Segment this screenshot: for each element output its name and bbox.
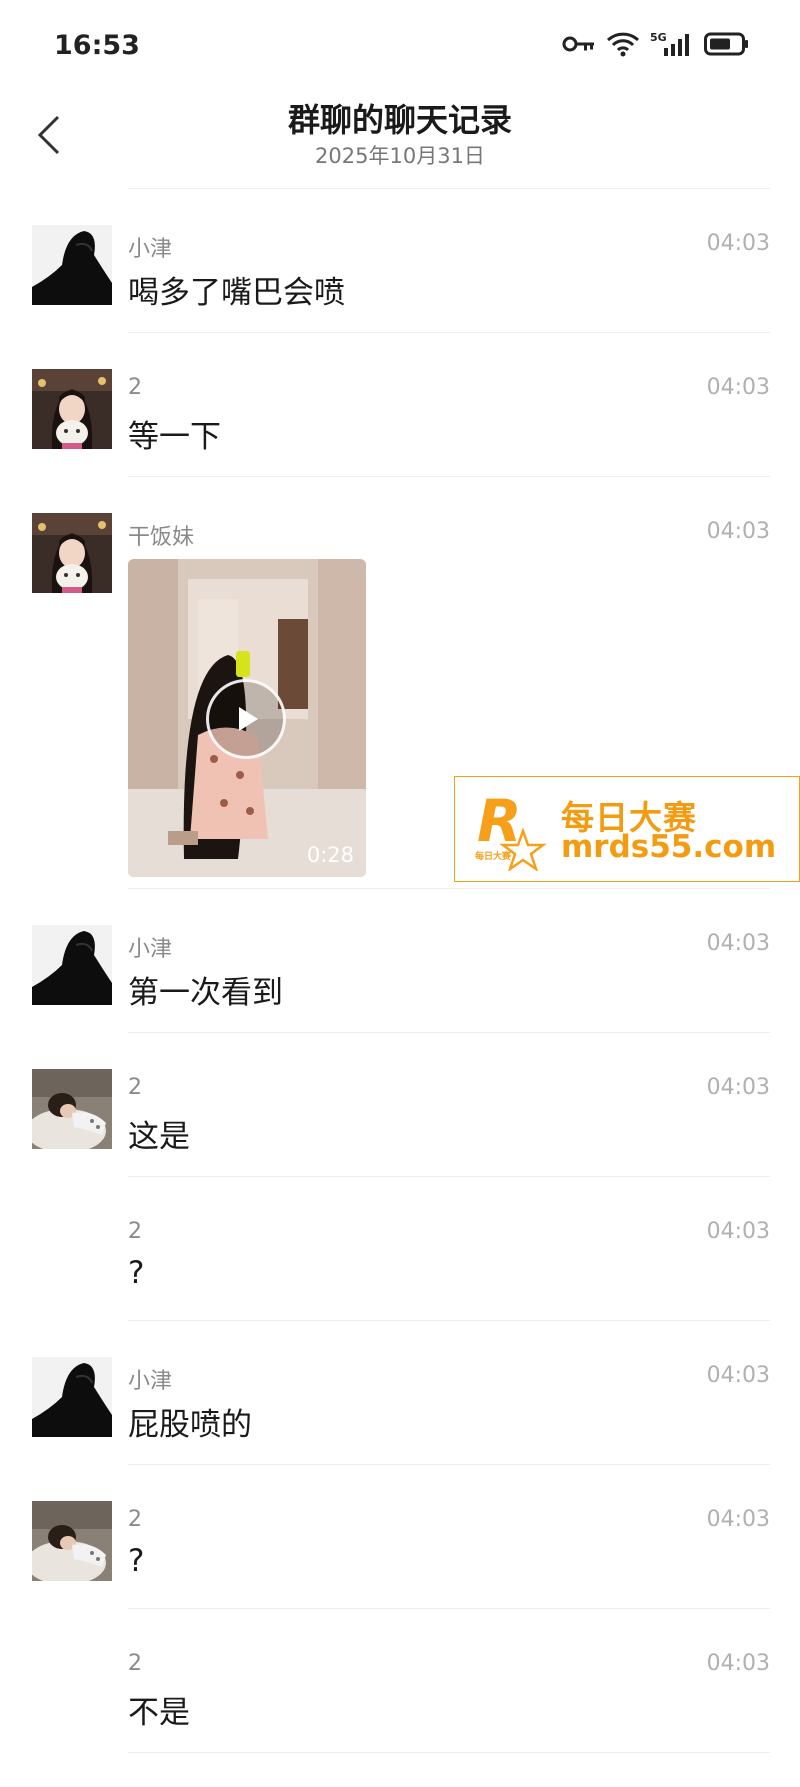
status-bar: 16:53 5G: [0, 0, 800, 95]
sender-name: 2: [128, 1651, 142, 1676]
page-date: 2025年10月31日: [315, 144, 485, 168]
message-text: 第一次看到: [128, 975, 283, 1011]
sender-name: 干饭妹: [128, 525, 195, 550]
list-item[interactable]: 小津 04:03 屁股喷的: [0, 1321, 800, 1465]
avatar[interactable]: [32, 513, 112, 593]
avatar[interactable]: [32, 925, 112, 1005]
sender-name: 2: [128, 1507, 142, 1532]
sender-name: 2: [128, 375, 142, 400]
message-text: 这是: [128, 1119, 190, 1155]
wifi-icon: [606, 30, 640, 58]
battery-icon: [704, 31, 750, 57]
avatar[interactable]: [32, 369, 112, 449]
message-time: 04:03: [706, 931, 770, 956]
message-text: 喝多了嘴巴会喷: [128, 275, 345, 311]
list-item[interactable]: 2 04:03 不是: [0, 1609, 800, 1753]
message-list[interactable]: 小津 04:03 喝多了嘴巴会喷 2 04:03 等一下 干饭妹 04:03 0…: [0, 189, 800, 1753]
video-thumbnail[interactable]: 0:28: [128, 559, 366, 877]
sender-name: 2: [128, 1075, 142, 1100]
network-label: 5G: [650, 31, 667, 44]
avatar[interactable]: [32, 1357, 112, 1437]
list-item[interactable]: 2 04:03 ?: [0, 1177, 800, 1321]
sender-name: 小津: [128, 237, 173, 262]
list-item[interactable]: 小津 04:03 第一次看到: [0, 889, 800, 1033]
message-text: 不是: [128, 1695, 190, 1731]
watermark: R 每日大赛 每日大赛 mrds55.com: [454, 776, 800, 882]
message-text: ?: [128, 1255, 145, 1291]
message-time: 04:03: [706, 1219, 770, 1244]
list-item[interactable]: 2 04:03 等一下: [0, 333, 800, 477]
message-time: 04:03: [706, 1651, 770, 1676]
avatar[interactable]: [32, 1501, 112, 1581]
divider: [128, 1752, 770, 1753]
watermark-url: mrds55.com: [561, 829, 777, 865]
message-time: 04:03: [706, 1075, 770, 1100]
sender-name: 2: [128, 1219, 142, 1244]
avatar[interactable]: [32, 225, 112, 305]
message-time: 04:03: [706, 231, 770, 256]
message-text: ?: [128, 1543, 145, 1579]
status-icons: 5G: [562, 30, 750, 58]
message-text: 等一下: [128, 419, 221, 455]
watermark-logo-icon: R 每日大赛: [473, 787, 553, 873]
avatar[interactable]: [32, 1069, 112, 1149]
page-title: 群聊的聊天记录: [287, 101, 512, 139]
sender-name: 小津: [128, 937, 173, 962]
header: 群聊的聊天记录 2025年10月31日: [0, 95, 800, 185]
video-duration: 0:28: [306, 843, 354, 867]
list-item[interactable]: 小津 04:03 喝多了嘴巴会喷: [0, 189, 800, 333]
message-time: 04:03: [706, 1363, 770, 1388]
message-time: 04:03: [706, 519, 770, 544]
message-time: 04:03: [706, 375, 770, 400]
list-item[interactable]: 2 04:03 这是: [0, 1033, 800, 1177]
status-time: 16:53: [54, 30, 140, 61]
message-time: 04:03: [706, 1507, 770, 1532]
sender-name: 小津: [128, 1369, 173, 1394]
message-text: 屁股喷的: [128, 1407, 252, 1443]
list-item[interactable]: 2 04:03 ?: [0, 1465, 800, 1609]
play-icon[interactable]: [206, 679, 286, 759]
signal-5g-icon: 5G: [650, 30, 694, 58]
logo-small-text: 每日大赛: [475, 850, 512, 862]
key-icon: [562, 34, 596, 54]
